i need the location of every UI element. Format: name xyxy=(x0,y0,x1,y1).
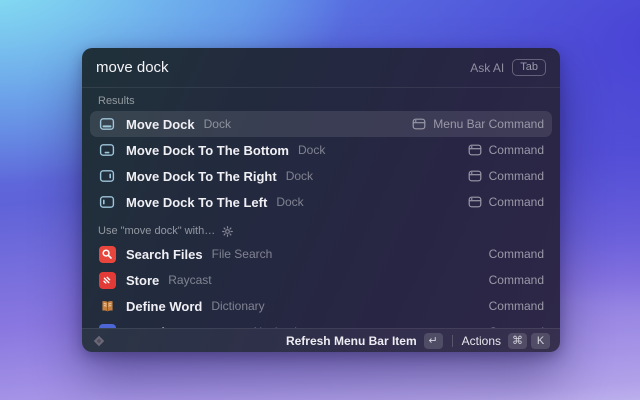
item-subtitle: File Search xyxy=(212,247,273,261)
footer-separator xyxy=(452,335,453,347)
list-item-move-dock[interactable]: Move Dock Dock Menu Bar Command xyxy=(90,111,552,137)
menu-bar-icon xyxy=(468,143,482,157)
tab-keycap: Tab xyxy=(512,59,546,76)
item-accessory: Command xyxy=(489,195,544,209)
menu-bar-icon xyxy=(412,117,426,131)
search-input[interactable] xyxy=(96,59,470,76)
list-item-search-menu-items[interactable]: Search Menu Items Navigation Command xyxy=(90,319,552,328)
list-item-store[interactable]: Store Raycast Command xyxy=(90,267,552,293)
list-item-move-dock-left[interactable]: Move Dock To The Left Dock Command xyxy=(90,189,552,215)
item-subtitle: Dock xyxy=(298,143,325,157)
enter-keycap: ↵ xyxy=(424,333,443,349)
raycast-window: Ask AI Tab Results Move Dock Dock Menu B… xyxy=(82,48,560,352)
item-accessory: Command xyxy=(489,299,544,313)
dock-bottom-icon xyxy=(98,141,116,159)
dock-left-icon xyxy=(98,193,116,211)
section-header-results: Results xyxy=(90,88,552,111)
dock-move-icon xyxy=(98,115,116,133)
item-title: Move Dock xyxy=(126,117,195,132)
item-title: Define Word xyxy=(126,299,202,314)
raycast-logo-icon xyxy=(92,334,106,348)
section-header-use-with: Use "move dock" with… xyxy=(90,215,552,241)
cmd-keycap: ⌘ xyxy=(508,333,527,349)
item-subtitle: Dock xyxy=(286,169,313,183)
list-item-move-dock-right[interactable]: Move Dock To The Right Dock Command xyxy=(90,163,552,189)
item-subtitle: Dock xyxy=(204,117,231,131)
ask-ai-label[interactable]: Ask AI xyxy=(470,61,504,75)
k-keycap: K xyxy=(531,333,550,349)
menu-bar-icon xyxy=(468,195,482,209)
actions-label[interactable]: Actions xyxy=(462,334,501,348)
item-accessory: Command xyxy=(489,143,544,157)
list-item-search-files[interactable]: Search Files File Search Command xyxy=(90,241,552,267)
desktop-background: Ask AI Tab Results Move Dock Dock Menu B… xyxy=(0,0,640,400)
dock-right-icon xyxy=(98,167,116,185)
gear-icon[interactable] xyxy=(222,226,233,237)
item-accessory: Command xyxy=(489,273,544,287)
item-accessory: Menu Bar Command xyxy=(433,117,544,131)
item-subtitle: Dictionary xyxy=(211,299,264,313)
results-list: Results Move Dock Dock Menu Bar Command xyxy=(82,88,560,328)
item-subtitle: Dock xyxy=(276,195,303,209)
item-accessory: Command xyxy=(489,169,544,183)
item-subtitle: Raycast xyxy=(168,273,211,287)
item-title: Move Dock To The Right xyxy=(126,169,277,184)
file-search-icon xyxy=(98,245,116,263)
item-title: Move Dock To The Left xyxy=(126,195,267,210)
item-accessory: Command xyxy=(489,247,544,261)
list-item-define-word[interactable]: Define Word Dictionary Command xyxy=(90,293,552,319)
action-bar: Refresh Menu Bar Item ↵ Actions ⌘ K xyxy=(82,328,560,352)
item-title: Search Files xyxy=(126,247,203,262)
search-bar: Ask AI Tab xyxy=(82,48,560,88)
item-title: Move Dock To The Bottom xyxy=(126,143,289,158)
primary-action-label[interactable]: Refresh Menu Bar Item xyxy=(286,334,417,348)
raycast-store-icon xyxy=(98,271,116,289)
item-title: Store xyxy=(126,273,159,288)
list-item-move-dock-bottom[interactable]: Move Dock To The Bottom Dock Command xyxy=(90,137,552,163)
menu-bar-icon xyxy=(468,169,482,183)
dictionary-book-icon xyxy=(98,297,116,315)
